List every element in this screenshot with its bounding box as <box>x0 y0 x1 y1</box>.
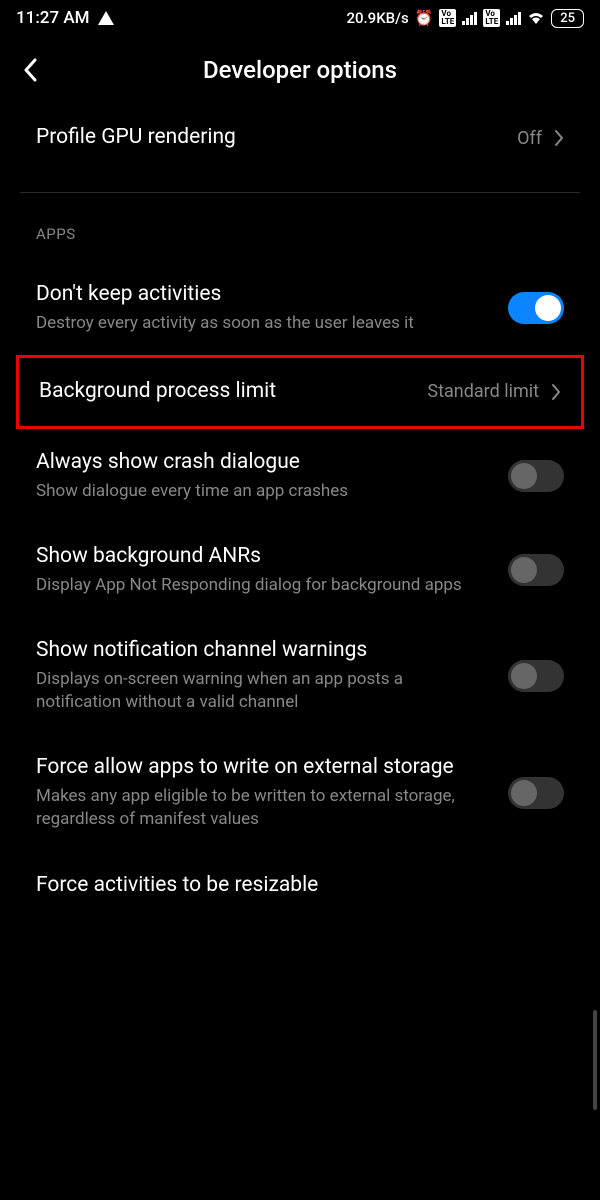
setting-title: Profile GPU rendering <box>36 124 497 151</box>
battery-icon: 25 <box>551 9 584 28</box>
setting-subtitle: Display App Not Responding dialog for ba… <box>36 574 488 597</box>
toggle-knob <box>511 463 537 489</box>
force-external-storage-row[interactable]: Force allow apps to write on external st… <box>0 734 600 851</box>
setting-title: Always show crash dialogue <box>36 449 488 476</box>
setting-subtitle: Show dialogue every time an app crashes <box>36 480 488 503</box>
setting-value: Off <box>517 128 542 149</box>
setting-subtitle: Displays on-screen warning when an app p… <box>36 668 488 714</box>
show-background-anrs-row[interactable]: Show background ANRs Display App Not Res… <box>0 523 600 617</box>
dont-keep-activities-row[interactable]: Don't keep activities Destroy every acti… <box>0 261 600 355</box>
setting-subtitle: Destroy every activity as soon as the us… <box>36 312 488 335</box>
header: Developer options <box>0 36 600 104</box>
background-process-limit-row[interactable]: Background process limit Standard limit <box>16 355 584 428</box>
toggle-knob <box>511 780 537 806</box>
content: Profile GPU rendering Off APPS Don't kee… <box>0 104 600 919</box>
volte-icon-2: VoLTE <box>483 9 500 27</box>
toggle-knob <box>511 557 537 583</box>
background-anrs-toggle[interactable] <box>508 554 564 586</box>
scrollbar[interactable] <box>593 1010 597 1110</box>
notification-warnings-toggle[interactable] <box>508 660 564 692</box>
dont-keep-activities-toggle[interactable] <box>508 292 564 324</box>
alarm-icon: ⏰ <box>415 9 434 27</box>
setting-value: Standard limit <box>427 381 539 402</box>
crash-dialogue-toggle[interactable] <box>508 460 564 492</box>
warning-icon <box>98 11 114 25</box>
back-icon <box>23 58 37 82</box>
profile-gpu-rendering-row[interactable]: Profile GPU rendering Off <box>0 104 600 172</box>
setting-title: Force activities to be resizable <box>36 872 544 899</box>
data-rate: 20.9KB/s <box>346 9 408 27</box>
page-title: Developer options <box>203 56 397 84</box>
chevron-right-icon <box>551 383 561 401</box>
chevron-right-icon <box>554 129 564 147</box>
setting-subtitle: Makes any app eligible to be written to … <box>36 785 488 831</box>
status-right: 20.9KB/s ⏰ VoLTE VoLTE 25 <box>346 9 584 28</box>
setting-title: Show background ANRs <box>36 543 488 570</box>
signal-icon-2 <box>506 12 521 25</box>
back-button[interactable] <box>18 58 42 82</box>
signal-icon-1 <box>462 12 477 25</box>
always-show-crash-dialogue-row[interactable]: Always show crash dialogue Show dialogue… <box>0 429 600 523</box>
setting-title: Background process limit <box>39 378 407 405</box>
setting-title: Don't keep activities <box>36 281 488 308</box>
status-left: 11:27 AM <box>16 8 114 28</box>
section-header-apps: APPS <box>0 193 600 261</box>
setting-title: Force allow apps to write on external st… <box>36 754 488 781</box>
external-storage-toggle[interactable] <box>508 777 564 809</box>
setting-title: Show notification channel warnings <box>36 637 488 664</box>
notification-channel-warnings-row[interactable]: Show notification channel warnings Displ… <box>0 617 600 734</box>
toggle-knob <box>535 295 561 321</box>
volte-icon-1: VoLTE <box>439 9 456 27</box>
force-resizable-row[interactable]: Force activities to be resizable <box>0 851 600 919</box>
status-time: 11:27 AM <box>16 8 90 28</box>
status-bar: 11:27 AM 20.9KB/s ⏰ VoLTE VoLTE 25 <box>0 0 600 36</box>
wifi-icon <box>527 9 545 28</box>
toggle-knob <box>511 663 537 689</box>
